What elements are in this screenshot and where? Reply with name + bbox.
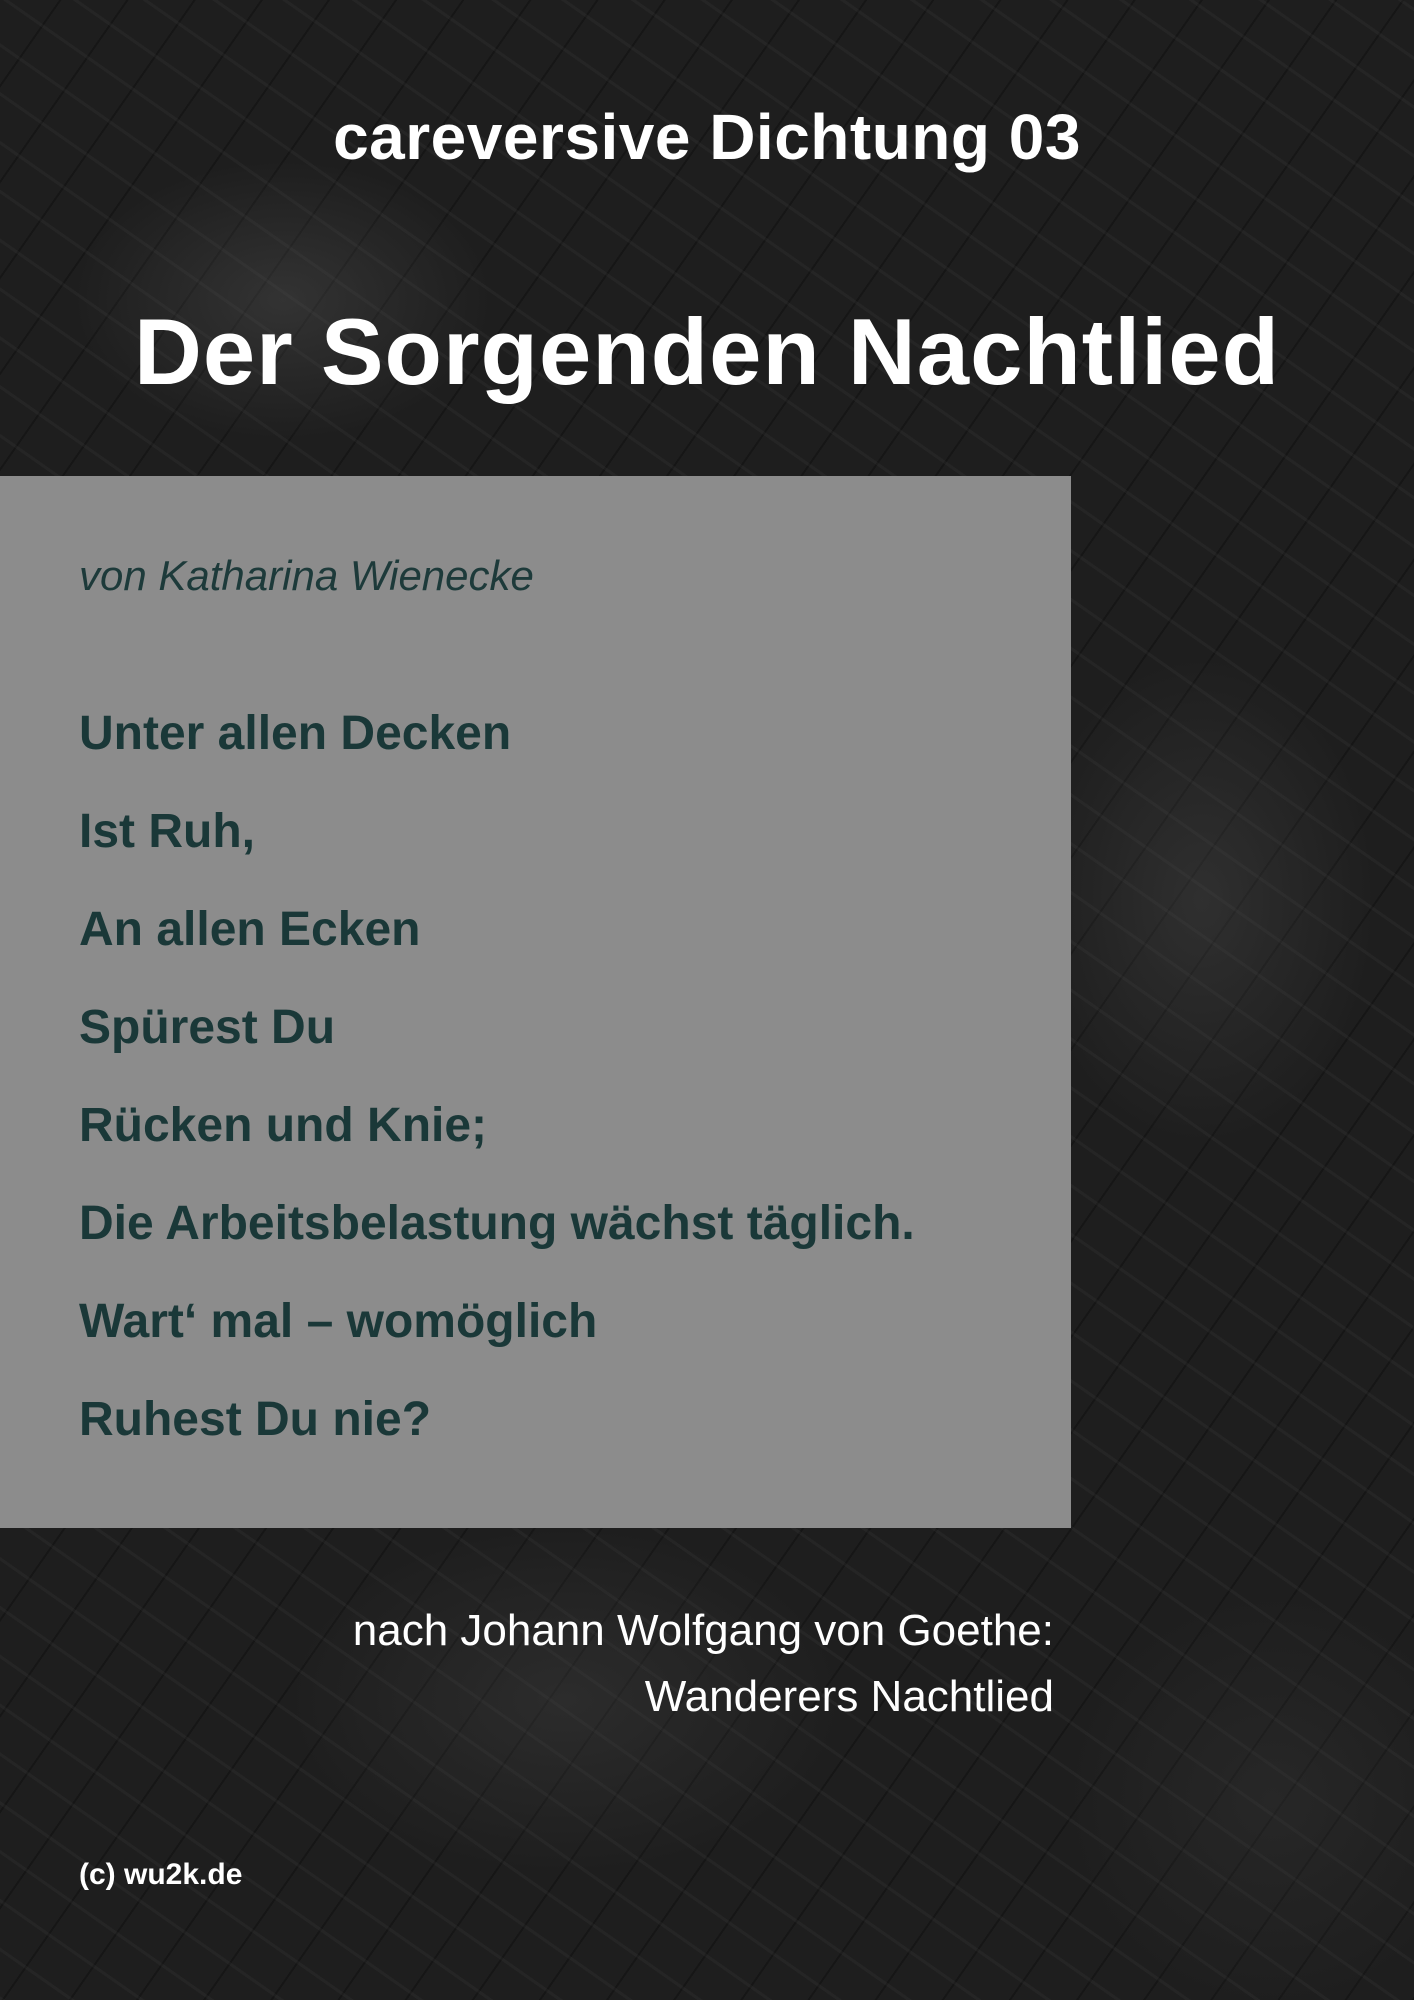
poem-line: Unter allen Decken xyxy=(79,707,512,760)
attribution-line: nach Johann Wolfgang von Goethe: xyxy=(352,1606,1054,1655)
copyright: (c) wu2k.de xyxy=(79,1858,243,1891)
poem-line: An allen Ecken xyxy=(79,903,421,956)
poem-title: Der Sorgenden Nachtlied xyxy=(134,299,1280,404)
author-line: von Katharina Wienecke xyxy=(79,552,534,599)
series-title: careversive Dichtung 03 xyxy=(333,101,1081,173)
poem-line: Die Arbeitsbelastung wächst täglich. xyxy=(79,1197,915,1250)
attribution: nach Johann Wolfgang von Goethe: Wandere… xyxy=(353,1598,1054,1730)
poem-line: Ist Ruh, xyxy=(79,805,255,858)
attribution-line: Wanderers Nachtlied xyxy=(644,1672,1054,1721)
poem-line: Spürest Du xyxy=(79,1001,336,1054)
poem-line: Rücken und Knie; xyxy=(79,1099,488,1152)
poem-line: Wart‘ mal – womöglich xyxy=(79,1295,598,1348)
poem-line: Ruhest Du nie? xyxy=(79,1393,432,1446)
